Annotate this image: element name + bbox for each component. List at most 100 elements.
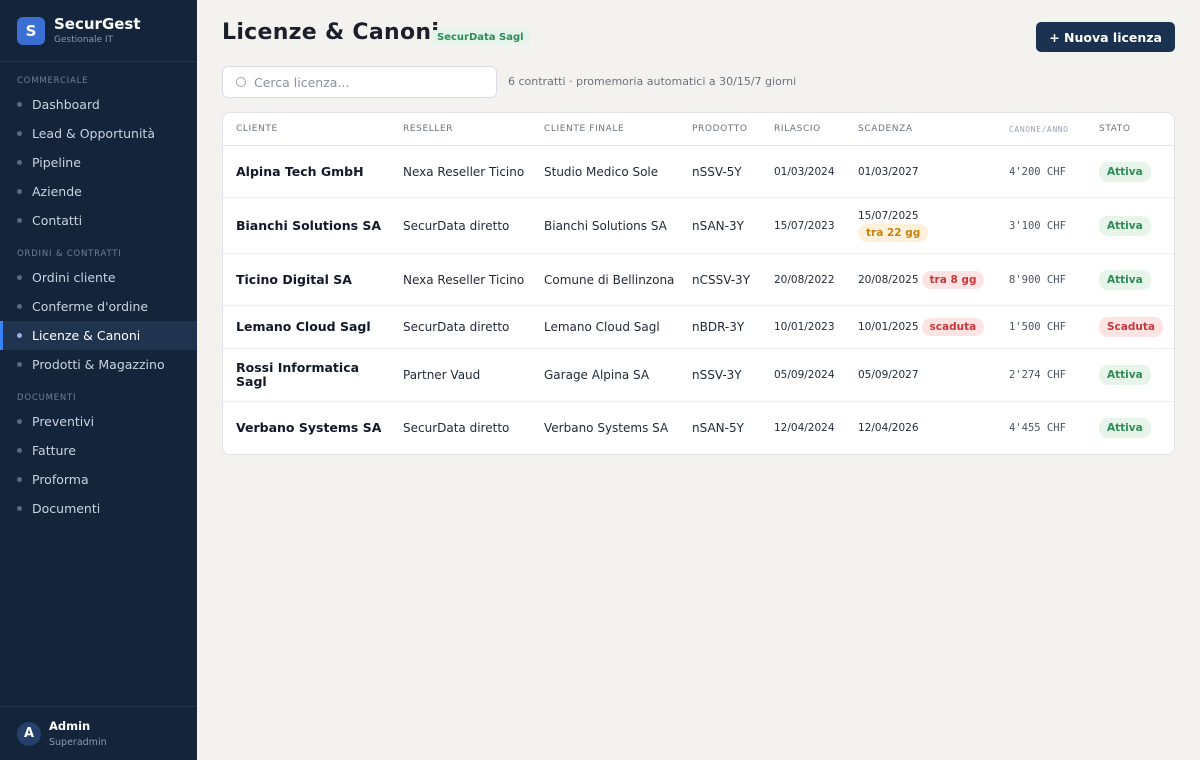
product-code-text: nSAN-5Y bbox=[692, 421, 744, 435]
end-client-name-text: Verbano Systems SA bbox=[544, 421, 669, 435]
column-header[interactable]: RESELLER bbox=[403, 124, 453, 134]
sidebar-item-label: Contatti bbox=[32, 213, 83, 228]
table-row[interactable]: Rossi Informatica Sagl Partner Vaud Garage… bbox=[223, 349, 1174, 402]
expiry-warning-badge: tra 22 gg bbox=[858, 224, 929, 242]
bullet-icon bbox=[17, 218, 22, 223]
table-row[interactable]: Ticino Digital SA Nexa Reseller Ticino Com… bbox=[223, 254, 1174, 306]
client-name-text: Verbano Systems SA bbox=[236, 420, 382, 435]
sidebar-item-fatture[interactable]: Fatture bbox=[0, 436, 197, 465]
column-header[interactable]: SCADENZA bbox=[858, 124, 913, 134]
expiry-date: 05/09/2027 bbox=[858, 349, 1008, 401]
status-cell: Scaduta bbox=[1099, 306, 1169, 348]
end-client-name: Garage Alpina SA bbox=[544, 349, 679, 401]
main-content: Licenze & Canoni SecurData Sagl + Nuova … bbox=[197, 0, 1200, 760]
annual-fee-text: 4'455 CHF bbox=[1009, 422, 1066, 434]
expiry-date: 10/01/2025 scaduta bbox=[858, 306, 1008, 348]
sidebar-item-contatti[interactable]: Contatti bbox=[0, 206, 197, 235]
column-header[interactable]: CLIENTE bbox=[236, 124, 278, 134]
product-code: nSSV-5Y bbox=[692, 146, 762, 197]
expiry-date-text: 01/03/2027 bbox=[858, 165, 919, 178]
annual-fee: 8'900 CHF bbox=[1009, 254, 1079, 305]
product-code: nSAN-5Y bbox=[692, 402, 762, 454]
issue-date: 10/01/2023 bbox=[774, 306, 854, 348]
user-role: Superadmin bbox=[49, 736, 107, 748]
sidebar-item-label: Fatture bbox=[32, 443, 76, 458]
product-code: nSSV-3Y bbox=[692, 349, 762, 401]
sidebar-nav: COMMERCIALE Dashboard Lead & Opportunità Pi… bbox=[0, 76, 197, 523]
expiry-date-text: 05/09/2027 bbox=[858, 369, 919, 381]
sidebar-item-prodotti-magazzino[interactable]: Prodotti & Magazzino bbox=[0, 350, 197, 379]
sidebar-item-licenze-canoni[interactable]: Licenze & Canoni bbox=[0, 321, 197, 350]
sidebar-item-label: Prodotti & Magazzino bbox=[32, 357, 165, 372]
bullet-icon bbox=[17, 477, 22, 482]
sidebar-item-label: Aziende bbox=[32, 184, 82, 199]
sidebar-item-documenti[interactable]: Documenti bbox=[0, 494, 197, 523]
issue-date-text: 01/03/2024 bbox=[774, 165, 835, 178]
annual-fee: 2'274 CHF bbox=[1009, 349, 1079, 401]
product-code-text: nSSV-3Y bbox=[692, 368, 742, 382]
user-profile[interactable]: A Admin Superadmin bbox=[0, 706, 197, 760]
issue-date: 05/09/2024 bbox=[774, 349, 854, 401]
table-row[interactable]: Alpina Tech GmbH Nexa Reseller Ticino Stud… bbox=[223, 146, 1174, 198]
issue-date-text: 15/07/2023 bbox=[774, 219, 835, 232]
company-badge: SecurData Sagl bbox=[431, 30, 530, 45]
client-name: Bianchi Solutions SA bbox=[236, 198, 386, 253]
sidebar-item-ordini-cliente[interactable]: Ordini cliente bbox=[0, 263, 197, 292]
search-input[interactable]: Cerca licenza... bbox=[222, 66, 497, 98]
column-header[interactable]: STATO bbox=[1099, 124, 1131, 134]
sidebar-item-label: Ordini cliente bbox=[32, 270, 116, 285]
sidebar-item-preventivi[interactable]: Preventivi bbox=[0, 407, 197, 436]
reseller-name: Partner Vaud bbox=[403, 349, 533, 401]
client-name: Lemano Cloud Sagl bbox=[236, 306, 386, 348]
sidebar-item-aziende[interactable]: Aziende bbox=[0, 177, 197, 206]
product-code-text: nSAN-3Y bbox=[692, 218, 744, 233]
end-client-name-text: Bianchi Solutions SA bbox=[544, 218, 667, 233]
client-name-text: Alpina Tech GmbH bbox=[236, 163, 364, 179]
table-row[interactable]: Lemano Cloud Sagl SecurData diretto Lemano… bbox=[223, 306, 1174, 349]
new-license-button[interactable]: + Nuova licenza bbox=[1036, 22, 1175, 52]
annual-fee-text: 1'500 CHF bbox=[1009, 321, 1066, 333]
reseller-name-text: Nexa Reseller Ticino bbox=[403, 164, 525, 179]
sidebar-item-conferme-d-ordine[interactable]: Conferme d'ordine bbox=[0, 292, 197, 321]
expiry-date-text: 15/07/2025 bbox=[858, 210, 919, 222]
sidebar-item-label: Dashboard bbox=[32, 97, 100, 112]
status-badge: Attiva bbox=[1099, 215, 1151, 236]
sidebar-section-title: ORDINI & CONTRATTI bbox=[17, 249, 122, 259]
sidebar-item-dashboard[interactable]: Dashboard bbox=[0, 90, 197, 119]
brand[interactable]: S SecurGest Gestionale IT bbox=[0, 0, 197, 62]
user-name: Admin bbox=[49, 718, 91, 733]
issue-date: 20/08/2022 bbox=[774, 254, 854, 305]
column-header[interactable]: CANONE/ANNO bbox=[1009, 125, 1069, 134]
issue-date: 01/03/2024 bbox=[774, 146, 854, 197]
client-name: Verbano Systems SA bbox=[236, 402, 386, 454]
end-client-name: Comune di Bellinzona bbox=[544, 254, 679, 305]
client-name-text: Rossi Informatica Sagl bbox=[236, 360, 360, 389]
bullet-icon bbox=[17, 160, 22, 165]
column-header[interactable]: PRODOTTO bbox=[692, 124, 748, 134]
expiry-date-text: 12/04/2026 bbox=[858, 422, 919, 434]
table-row[interactable]: Verbano Systems SA SecurData diretto Verba… bbox=[223, 402, 1174, 454]
product-code: nCSSV-3Y bbox=[692, 254, 762, 305]
column-header[interactable]: RILASCIO bbox=[774, 124, 821, 134]
bullet-icon bbox=[17, 131, 22, 136]
end-client-name-text: Lemano Cloud Sagl bbox=[544, 320, 660, 334]
contracts-summary: 6 contratti · promemoria automatici a 30… bbox=[508, 75, 797, 88]
sidebar-item-pipeline[interactable]: Pipeline bbox=[0, 148, 197, 177]
column-header[interactable]: CLIENTE FINALE bbox=[544, 124, 624, 134]
annual-fee-text: 8'900 CHF bbox=[1009, 273, 1066, 286]
end-client-name: Verbano Systems SA bbox=[544, 402, 679, 454]
issue-date: 12/04/2024 bbox=[774, 402, 854, 454]
table-row[interactable]: Bianchi Solutions SA SecurData diretto Bia… bbox=[223, 198, 1174, 254]
product-code: nSAN-3Y bbox=[692, 198, 762, 253]
issue-date-text: 10/01/2023 bbox=[774, 321, 835, 333]
sidebar-item-lead-opportunit[interactable]: Lead & Opportunità bbox=[0, 119, 197, 148]
sidebar-item-label: Conferme d'ordine bbox=[32, 299, 149, 314]
reseller-name-text: Nexa Reseller Ticino bbox=[403, 272, 525, 287]
client-name-text: Lemano Cloud Sagl bbox=[236, 319, 371, 334]
annual-fee-text: 3'100 CHF bbox=[1009, 219, 1066, 232]
expiry-date: 15/07/2025 tra 22 gg bbox=[858, 198, 1008, 253]
client-name: Alpina Tech GmbH bbox=[236, 146, 386, 197]
status-badge: Attiva bbox=[1099, 269, 1151, 290]
client-name-text: Ticino Digital SA bbox=[236, 271, 352, 287]
sidebar-item-proforma[interactable]: Proforma bbox=[0, 465, 197, 494]
